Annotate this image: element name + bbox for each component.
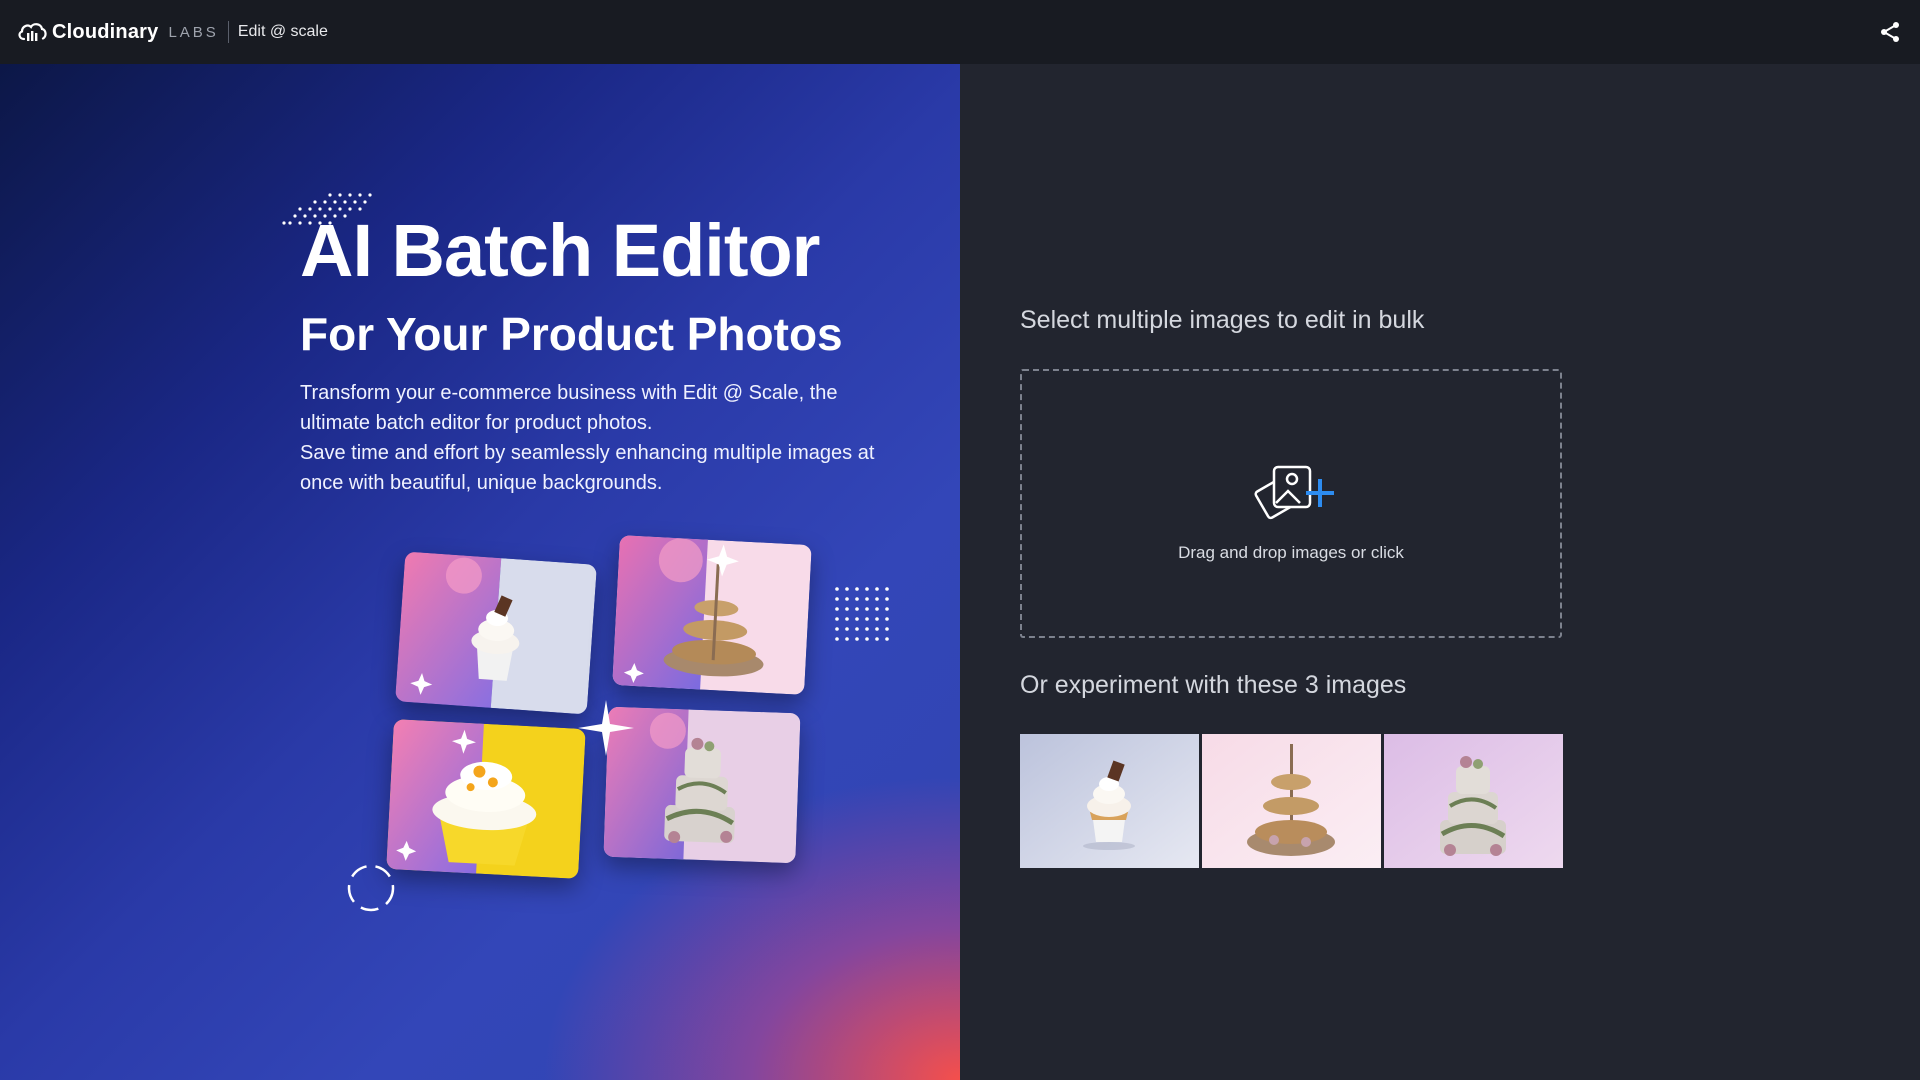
sample-image-cupcake[interactable] — [1020, 734, 1199, 868]
hero-subtitle: For Your Product Photos — [300, 308, 843, 360]
collage-card-cupcake — [395, 551, 597, 715]
header-divider — [227, 21, 229, 43]
sample-image-floral-cake[interactable] — [1384, 734, 1563, 868]
hero-description: Transform your e-commerce business with … — [300, 378, 910, 498]
hero-description-line-1: Transform your e-commerce business with … — [300, 382, 838, 434]
collage-card-macarons — [612, 535, 812, 695]
hero-description-line-2: Save time and effort by seamlessly enhan… — [300, 442, 875, 494]
upload-heading: Select multiple images to edit in bulk — [1020, 306, 1425, 334]
add-images-icon — [1254, 465, 1334, 520]
image-dropzone[interactable]: Drag and drop images or click — [1020, 369, 1562, 638]
sample-images — [1020, 734, 1563, 868]
collage-card-yellow-cupcake — [386, 719, 586, 879]
app-name: Edit @ scale — [237, 23, 328, 40]
dots-grid-icon — [835, 587, 889, 641]
samples-heading: Or experiment with these 3 images — [1020, 671, 1407, 699]
cloudinary-logo-icon — [18, 23, 47, 41]
share-icon[interactable] — [1878, 20, 1902, 44]
dropzone-label: Drag and drop images or click — [1178, 543, 1404, 562]
top-bar: Cloudinary LABS Edit @ scale — [0, 0, 1920, 64]
hero-title: AI Batch Editor — [300, 209, 820, 292]
brand-labs: LABS — [168, 23, 219, 41]
brand-name: Cloudinary — [52, 20, 159, 43]
dashed-circle-icon — [347, 864, 395, 912]
sample-image-macarons[interactable] — [1202, 734, 1381, 868]
sparkle-icon — [578, 700, 634, 756]
brand[interactable]: Cloudinary LABS — [17, 21, 219, 44]
hero-panel: AI Batch Editor For Your Product Photos … — [0, 64, 960, 1080]
